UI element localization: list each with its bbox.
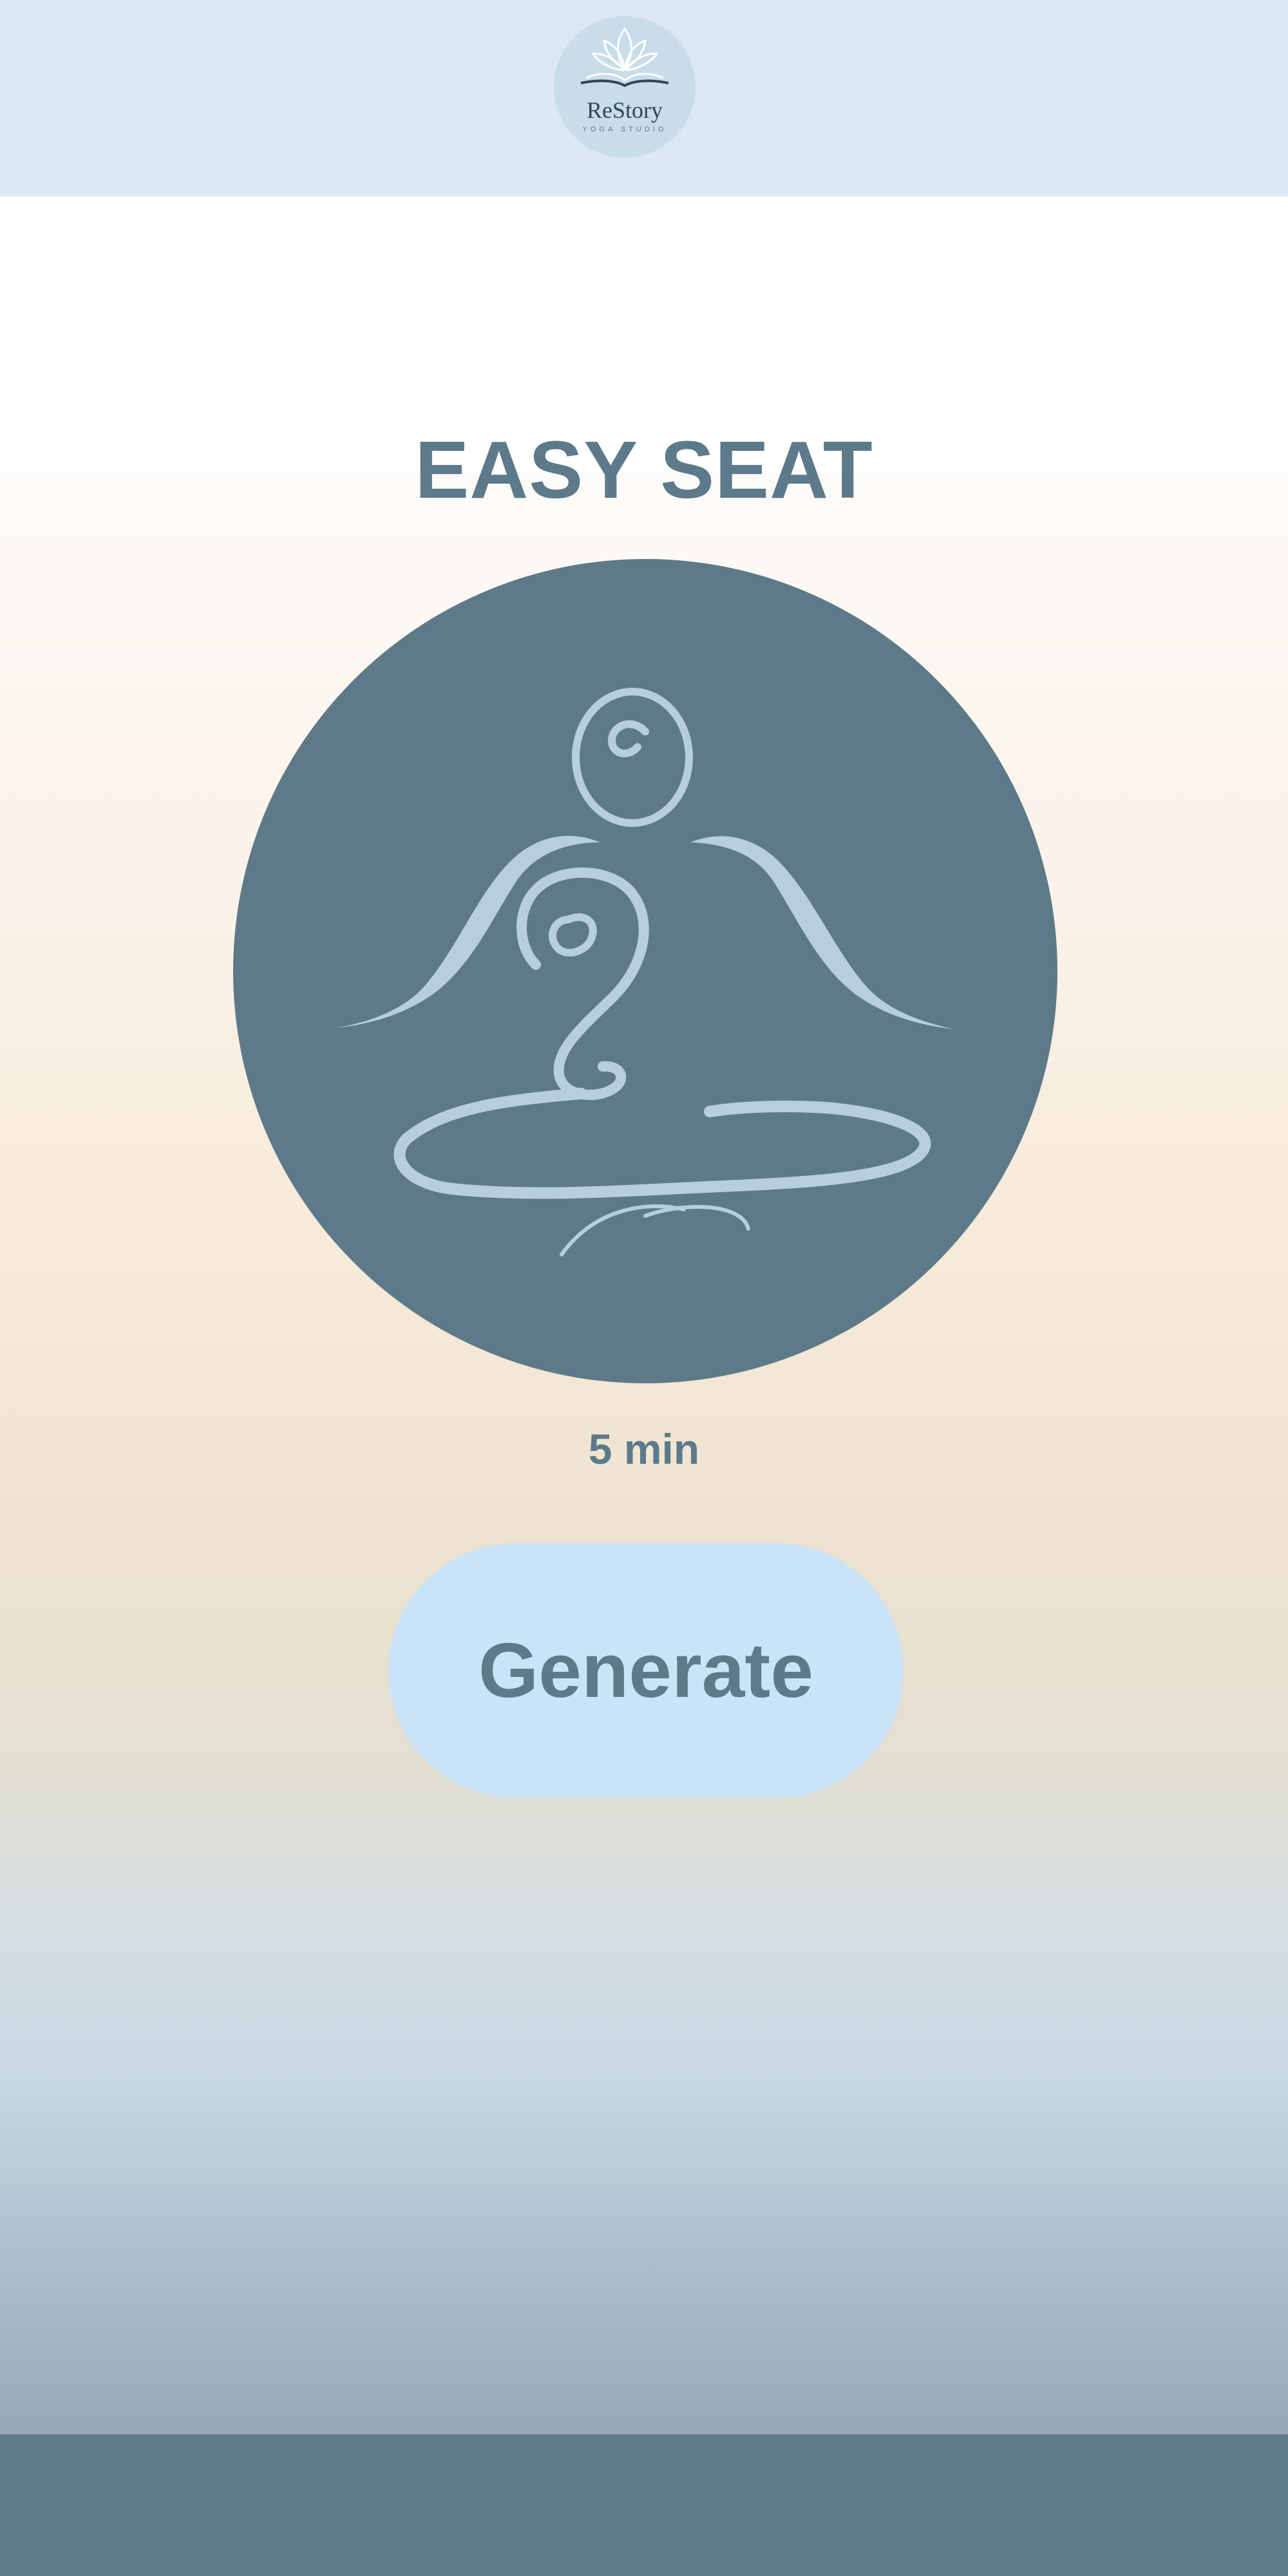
pose-title: EASY SEAT	[415, 424, 873, 515]
logo-tagline: YOGA STUDIO	[582, 126, 667, 133]
meditation-pose-icon	[336, 688, 954, 1256]
studio-logo[interactable]: ReStory YOGA STUDIO	[554, 16, 696, 158]
logo-name: ReStory	[586, 97, 663, 123]
pose-duration: 5 min	[588, 1425, 700, 1473]
generate-button[interactable]: Generate	[388, 1543, 904, 1798]
bottom-bar	[0, 2434, 1288, 2576]
pose-illustration	[233, 559, 1057, 1383]
app-header: ReStory YOGA STUDIO	[0, 0, 1288, 196]
lotus-book-icon	[580, 28, 669, 88]
